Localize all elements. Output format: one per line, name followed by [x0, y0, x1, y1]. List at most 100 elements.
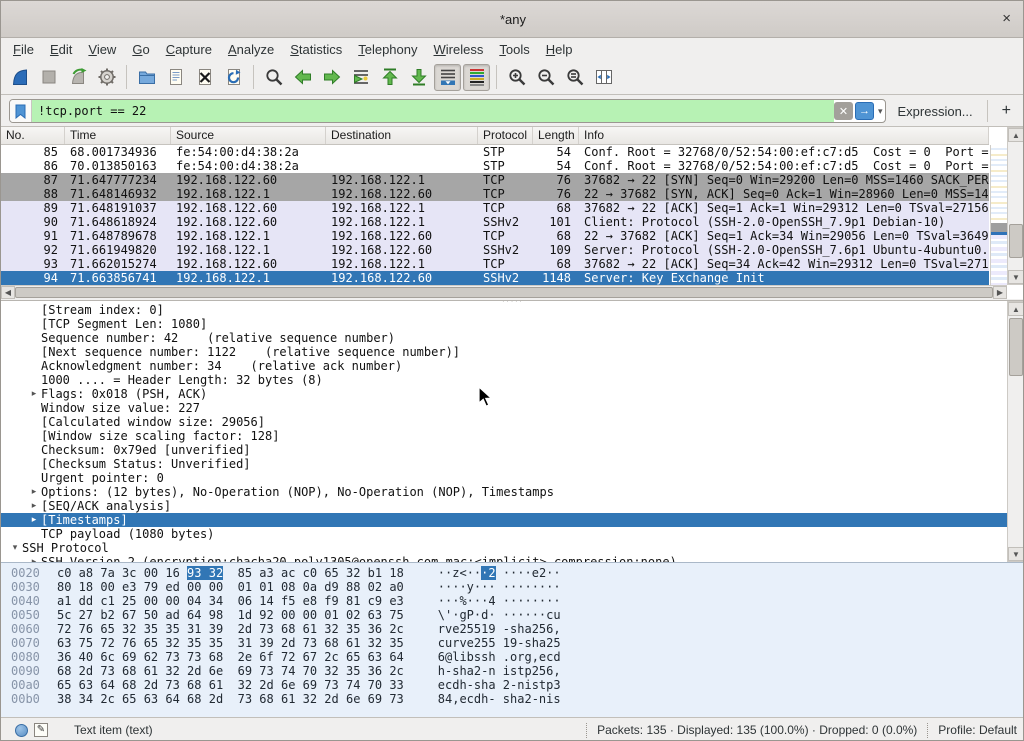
filter-apply-button[interactable]: → [855, 102, 874, 120]
scroll-down-icon[interactable]: ▼ [1008, 547, 1024, 561]
detail-line[interactable]: Urgent pointer: 0 [1, 471, 1007, 485]
resize-columns-button[interactable] [590, 64, 617, 91]
scroll-thumb[interactable] [1009, 318, 1023, 376]
detail-line[interactable]: 1000 .... = Header Length: 32 bytes (8) [1, 373, 1007, 387]
zoom-100-button[interactable] [561, 64, 588, 91]
column-header[interactable]: Destination [326, 127, 478, 144]
detail-line[interactable]: [Window size scaling factor: 128] [1, 429, 1007, 443]
expander-icon[interactable]: ▸ [27, 485, 41, 499]
column-header[interactable]: No. [1, 127, 65, 144]
detail-line[interactable]: ▾ SSH Protocol [1, 541, 1007, 555]
table-row[interactable]: 91 71.648789678 192.168.122.1 192.168.12… [1, 229, 989, 243]
restart-capture-button[interactable] [64, 64, 91, 91]
detail-line[interactable]: ▸ [Timestamps] [1, 513, 1007, 527]
menu-item[interactable]: Telephony [350, 40, 425, 59]
menu-item[interactable]: File [5, 40, 42, 59]
menu-item[interactable]: Go [124, 40, 157, 59]
expression-button[interactable]: Expression... [894, 104, 979, 119]
save-file-button[interactable] [162, 64, 189, 91]
column-header[interactable]: Source [171, 127, 326, 144]
detail-line[interactable]: [Next sequence number: 1122 (relative se… [1, 345, 1007, 359]
expander-icon[interactable] [27, 373, 41, 387]
detail-line[interactable]: Window size value: 227 [1, 401, 1007, 415]
expander-icon[interactable] [27, 303, 41, 317]
table-row[interactable]: 87 71.647777234 192.168.122.60 192.168.1… [1, 173, 989, 187]
expander-icon[interactable] [27, 457, 41, 471]
hex-row[interactable]: 0090 68 2d 73 68 61 32 2d 6e 69 73 74 70… [1, 664, 1024, 678]
detail-line[interactable]: ▸ SSH Version 2 (encryption:chacha20-pol… [1, 555, 1007, 562]
go-first-button[interactable] [376, 64, 403, 91]
scroll-thumb[interactable] [1009, 224, 1023, 258]
expander-icon[interactable] [27, 331, 41, 345]
hex-row[interactable]: 0060 72 76 65 32 35 35 31 39 2d 73 68 61… [1, 622, 1024, 636]
column-header[interactable]: Protocol [478, 127, 533, 144]
menu-item[interactable]: View [80, 40, 124, 59]
detail-line[interactable]: Checksum: 0x79ed [unverified] [1, 443, 1007, 457]
add-filter-button[interactable]: + [996, 102, 1017, 120]
scroll-up-icon[interactable]: ▲ [1008, 302, 1024, 316]
detail-line[interactable]: [TCP Segment Len: 1080] [1, 317, 1007, 331]
hex-row[interactable]: 0080 36 40 6c 69 62 73 73 68 2e 6f 72 67… [1, 650, 1024, 664]
detail-line[interactable]: [Checksum Status: Unverified] [1, 457, 1007, 471]
expander-icon[interactable] [27, 415, 41, 429]
table-row[interactable]: 92 71.661949820 192.168.122.1 192.168.12… [1, 243, 989, 257]
table-row[interactable]: 93 71.662015274 192.168.122.60 192.168.1… [1, 257, 989, 271]
hex-row[interactable]: 00a0 65 63 64 68 2d 73 68 61 32 2d 6e 69… [1, 678, 1024, 692]
table-row[interactable]: 89 71.648191037 192.168.122.60 192.168.1… [1, 201, 989, 215]
packet-list-vscrollbar[interactable]: ▲ ▼ [1007, 127, 1024, 285]
expander-icon[interactable] [27, 527, 41, 541]
expert-info-icon[interactable] [15, 724, 28, 737]
detail-line[interactable]: [Stream index: 0] [1, 303, 1007, 317]
capture-options-button[interactable] [93, 64, 120, 91]
column-header[interactable]: Time [65, 127, 171, 144]
hex-row[interactable]: 0030 80 18 00 e3 79 ed 00 00 01 01 08 0a… [1, 580, 1024, 594]
column-header[interactable]: Info [579, 127, 989, 144]
expander-icon[interactable] [27, 401, 41, 415]
packet-list-hscrollbar[interactable]: ◀ ▶ [1, 285, 1007, 299]
scroll-right-icon[interactable]: ▶ [993, 286, 1007, 299]
zoom-out-button[interactable] [532, 64, 559, 91]
table-row[interactable]: 86 70.013850163 fe:54:00:d4:38:2a STP 54… [1, 159, 989, 173]
details-vscrollbar[interactable]: ▲ ▼ [1007, 301, 1024, 562]
expander-icon[interactable]: ▸ [27, 499, 41, 513]
expander-icon[interactable] [27, 345, 41, 359]
menu-item[interactable]: Wireless [426, 40, 492, 59]
go-to-packet-button[interactable] [347, 64, 374, 91]
zoom-in-button[interactable] [503, 64, 530, 91]
scroll-up-icon[interactable]: ▲ [1008, 128, 1024, 142]
detail-line[interactable]: ▸ Options: (12 bytes), No-Operation (NOP… [1, 485, 1007, 499]
start-capture-button[interactable] [6, 64, 33, 91]
auto-scroll-button[interactable] [434, 64, 461, 91]
menu-item[interactable]: Edit [42, 40, 80, 59]
go-back-button[interactable] [289, 64, 316, 91]
menu-item[interactable]: Help [538, 40, 581, 59]
stop-capture-button[interactable] [35, 64, 62, 91]
hex-row[interactable]: 0070 63 75 72 76 65 32 35 35 31 39 2d 73… [1, 636, 1024, 650]
display-filter-input[interactable] [32, 100, 834, 122]
expander-icon[interactable]: ▸ [27, 555, 41, 562]
detail-line[interactable]: Sequence number: 42 (relative sequence n… [1, 331, 1007, 345]
open-file-button[interactable] [133, 64, 160, 91]
table-row[interactable]: 90 71.648618924 192.168.122.60 192.168.1… [1, 215, 989, 229]
close-icon[interactable]: × [1002, 11, 1011, 27]
column-header[interactable]: Length [533, 127, 579, 144]
expander-icon[interactable] [27, 443, 41, 457]
hex-row[interactable]: 0040 a1 dd c1 25 00 00 04 34 06 14 f5 e8… [1, 594, 1024, 608]
scroll-left-icon[interactable]: ◀ [1, 286, 15, 299]
menu-item[interactable]: Capture [158, 40, 220, 59]
hex-row[interactable]: 0050 5c 27 b2 67 50 ad 64 98 1d 92 00 00… [1, 608, 1024, 622]
scroll-thumb[interactable] [15, 287, 993, 298]
pane-splitter-handle[interactable]: ····· [1, 562, 1024, 565]
go-forward-button[interactable] [318, 64, 345, 91]
menu-item[interactable]: Statistics [282, 40, 350, 59]
table-row[interactable]: 94 71.663856741 192.168.122.1 192.168.12… [1, 271, 989, 285]
menu-item[interactable]: Tools [491, 40, 537, 59]
expander-icon[interactable] [27, 429, 41, 443]
reload-file-button[interactable] [220, 64, 247, 91]
expander-icon[interactable] [27, 471, 41, 485]
detail-line[interactable]: ▸ Flags: 0x018 (PSH, ACK) [1, 387, 1007, 401]
expander-icon[interactable] [27, 317, 41, 331]
close-file-button[interactable] [191, 64, 218, 91]
intelligent-scrollbar-minimap[interactable] [990, 145, 1007, 285]
filter-bookmark-button[interactable] [10, 100, 32, 122]
